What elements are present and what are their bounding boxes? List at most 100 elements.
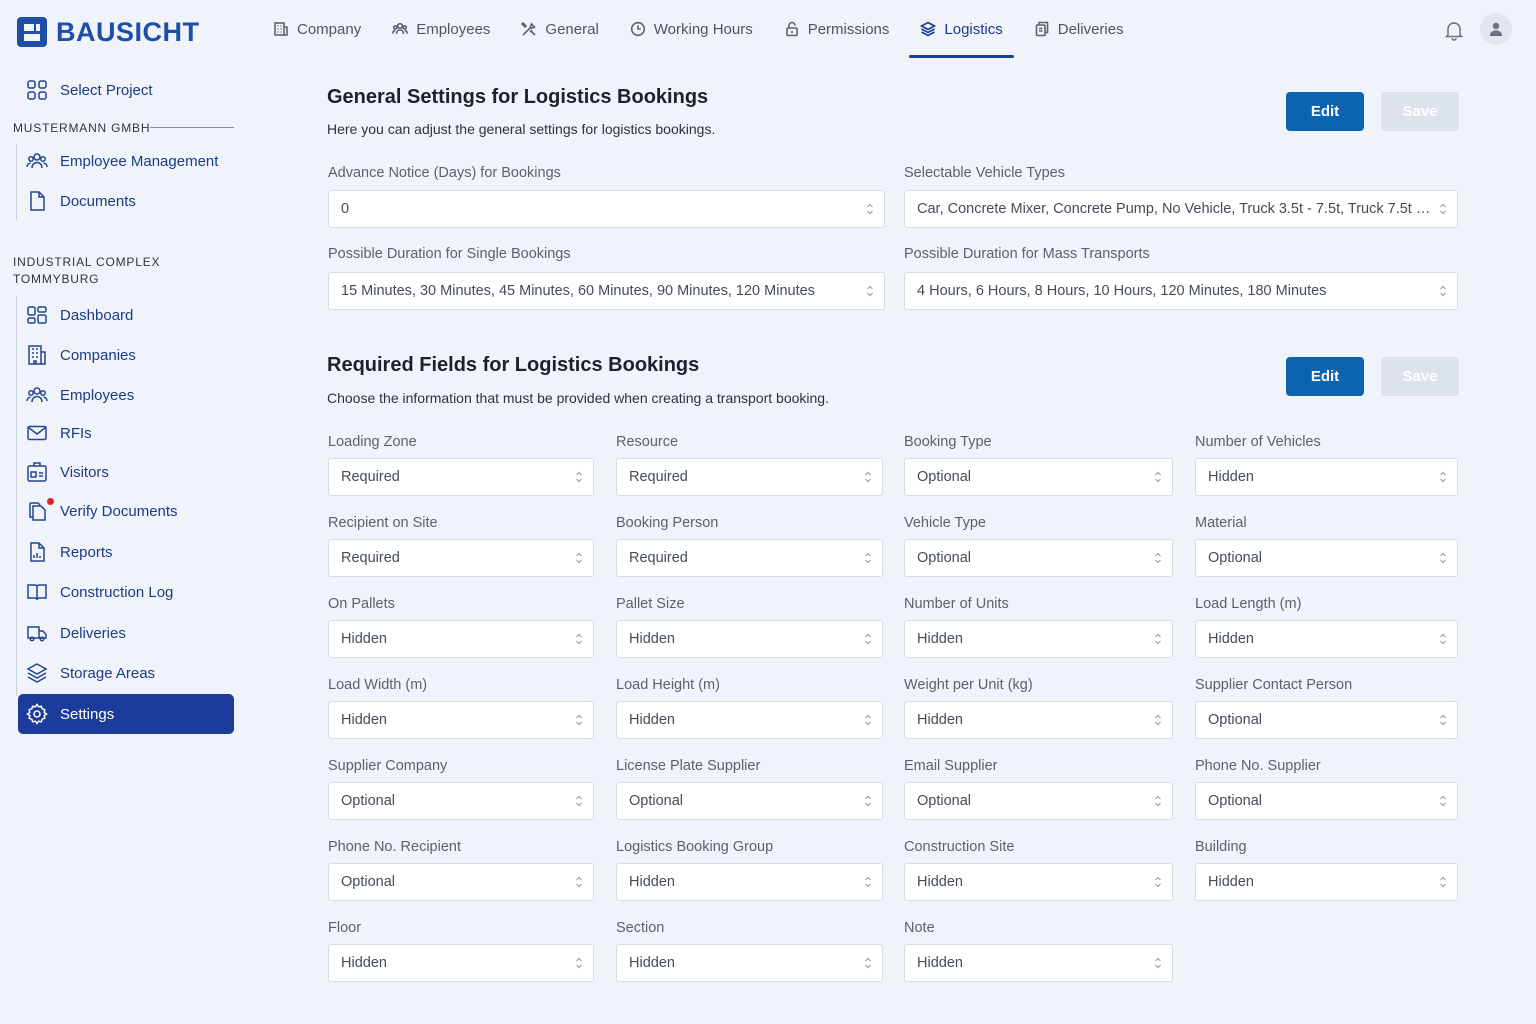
on-pallets-select[interactable]: Hidden <box>328 620 594 658</box>
brand-logo[interactable]: BAUSICHT <box>16 16 200 48</box>
tab-employees[interactable]: Employees <box>381 0 501 58</box>
tab-permissions[interactable]: Permissions <box>773 0 901 58</box>
tab-label: Employees <box>416 20 491 38</box>
number-of-units-select[interactable]: Hidden <box>904 620 1173 658</box>
sidebar-item-employees[interactable]: Employees <box>26 375 234 415</box>
sidebar-item-select-project[interactable]: Select Project <box>18 70 234 110</box>
pallet-size-select[interactable]: Hidden <box>616 620 883 658</box>
notification-dot <box>47 498 54 505</box>
building-label: Building <box>1195 839 1247 855</box>
selected-value: Required <box>629 469 688 485</box>
general-edit-button[interactable]: Edit <box>1286 92 1364 131</box>
loading-zone-select[interactable]: Required <box>328 458 594 496</box>
license-plate-supplier-label: License Plate Supplier <box>616 758 761 774</box>
sidebar-item-deliveries[interactable]: Deliveries <box>26 613 234 653</box>
vehicle-type-select[interactable]: Optional <box>904 539 1173 577</box>
layers-icon <box>920 21 937 37</box>
tab-company[interactable]: Company <box>262 0 372 58</box>
note-select[interactable]: Hidden <box>904 944 1173 982</box>
construction-site-select[interactable]: Hidden <box>904 863 1173 901</box>
layers-icon <box>26 663 48 683</box>
selected-value: Optional <box>341 874 396 890</box>
sidebar-item-storage-areas[interactable]: Storage Areas <box>26 653 234 693</box>
user-avatar[interactable] <box>1480 13 1512 45</box>
required-fields-description: Choose the information that must be prov… <box>327 390 829 406</box>
tree-line <box>16 144 17 220</box>
sidebar-item-label: Settings <box>60 705 115 723</box>
grid-icon <box>27 80 47 100</box>
tree-line <box>16 296 17 696</box>
chevron-up-down-icon <box>1155 471 1161 483</box>
sidebar-item-dashboard[interactable]: Dashboard <box>26 295 234 335</box>
tab-logistics[interactable]: Logistics <box>909 0 1015 58</box>
required-edit-button[interactable]: Edit <box>1286 357 1364 396</box>
material-label: Material <box>1195 515 1247 531</box>
chevron-up-down-icon <box>1440 714 1446 726</box>
notification-bell-icon[interactable] <box>1443 19 1465 41</box>
license-plate-supplier-select[interactable]: Optional <box>616 782 883 820</box>
load-length-m-select[interactable]: Hidden <box>1195 620 1458 658</box>
sidebar-item-companies[interactable]: Companies <box>26 335 234 375</box>
chevron-up-down-icon <box>1440 552 1446 564</box>
selected-value: Hidden <box>341 955 387 971</box>
advance-notice-days-for-bookings-select[interactable]: 0 <box>328 190 885 228</box>
email-supplier-select[interactable]: Optional <box>904 782 1173 820</box>
sidebar-item-label: Deliveries <box>60 624 126 642</box>
chevron-up-down-icon <box>865 957 871 969</box>
sidebar-item-employee-management[interactable]: Employee Management <box>26 141 234 181</box>
phone-no-recipient-select[interactable]: Optional <box>328 863 594 901</box>
floor-select[interactable]: Hidden <box>328 944 594 982</box>
selectable-vehicle-types-select[interactable]: Car, Concrete Mixer, Concrete Pump, No V… <box>904 190 1458 228</box>
general-save-button[interactable]: Save <box>1381 92 1459 131</box>
floor-label: Floor <box>328 920 362 936</box>
number-of-units-label: Number of Units <box>904 596 1009 612</box>
logistics-booking-group-select[interactable]: Hidden <box>616 863 883 901</box>
sidebar-item-verify-documents[interactable]: Verify Documents <box>26 491 234 531</box>
number-of-vehicles-select[interactable]: Hidden <box>1195 458 1458 496</box>
recipient-on-site-select[interactable]: Required <box>328 539 594 577</box>
section-select[interactable]: Hidden <box>616 944 883 982</box>
selected-value: Hidden <box>1208 469 1254 485</box>
required-save-button[interactable]: Save <box>1381 357 1459 396</box>
chevron-up-down-icon <box>1440 633 1446 645</box>
load-height-m-select[interactable]: Hidden <box>616 701 883 739</box>
material-select[interactable]: Optional <box>1195 539 1458 577</box>
weight-per-unit-kg-label: Weight per Unit (kg) <box>904 677 1033 693</box>
supplier-company-select[interactable]: Optional <box>328 782 594 820</box>
chevron-up-down-icon <box>1440 876 1446 888</box>
possible-duration-for-mass-transports-select[interactable]: 4 Hours, 6 Hours, 8 Hours, 10 Hours, 120… <box>904 272 1458 310</box>
tab-general[interactable]: General <box>510 0 609 58</box>
sidebar-item-settings[interactable]: Settings <box>18 694 234 734</box>
booking-type-select[interactable]: Optional <box>904 458 1173 496</box>
selected-value: Hidden <box>341 631 387 647</box>
lock-icon <box>785 21 798 37</box>
selected-value: Required <box>341 550 400 566</box>
sidebar-item-visitors[interactable]: Visitors <box>26 452 234 492</box>
chevron-up-down-icon <box>576 957 582 969</box>
sidebar: Select Project MUSTERMANN GMBH Employee … <box>0 60 250 1024</box>
sidebar-item-construction-log[interactable]: Construction Log <box>26 572 234 612</box>
resource-select[interactable]: Required <box>616 458 883 496</box>
booking-person-select[interactable]: Required <box>616 539 883 577</box>
load-width-m-select[interactable]: Hidden <box>328 701 594 739</box>
sidebar-item-label: Storage Areas <box>60 664 156 682</box>
on-pallets-label: On Pallets <box>328 596 395 612</box>
id-card-icon <box>27 462 47 482</box>
phone-no-supplier-select[interactable]: Optional <box>1195 782 1458 820</box>
clipboard-icon <box>1035 21 1049 37</box>
weight-per-unit-kg-select[interactable]: Hidden <box>904 701 1173 739</box>
chevron-up-down-icon <box>576 795 582 807</box>
booking-type-label: Booking Type <box>904 434 992 450</box>
sidebar-item-reports[interactable]: Reports <box>26 532 234 572</box>
load-width-m-label: Load Width (m) <box>328 677 428 693</box>
tab-deliveries[interactable]: Deliveries <box>1023 0 1135 58</box>
supplier-contact-person-select[interactable]: Optional <box>1195 701 1458 739</box>
sidebar-item-documents[interactable]: Documents <box>26 181 234 221</box>
chevron-up-down-icon <box>865 552 871 564</box>
sidebar-item-rfis[interactable]: RFIs <box>26 413 234 453</box>
tab-label: Deliveries <box>1057 20 1124 38</box>
building-select[interactable]: Hidden <box>1195 863 1458 901</box>
tab-working-hours[interactable]: Working Hours <box>619 0 764 58</box>
chevron-up-down-icon <box>1440 285 1446 297</box>
possible-duration-for-single-bookings-select[interactable]: 15 Minutes, 30 Minutes, 45 Minutes, 60 M… <box>328 272 885 310</box>
